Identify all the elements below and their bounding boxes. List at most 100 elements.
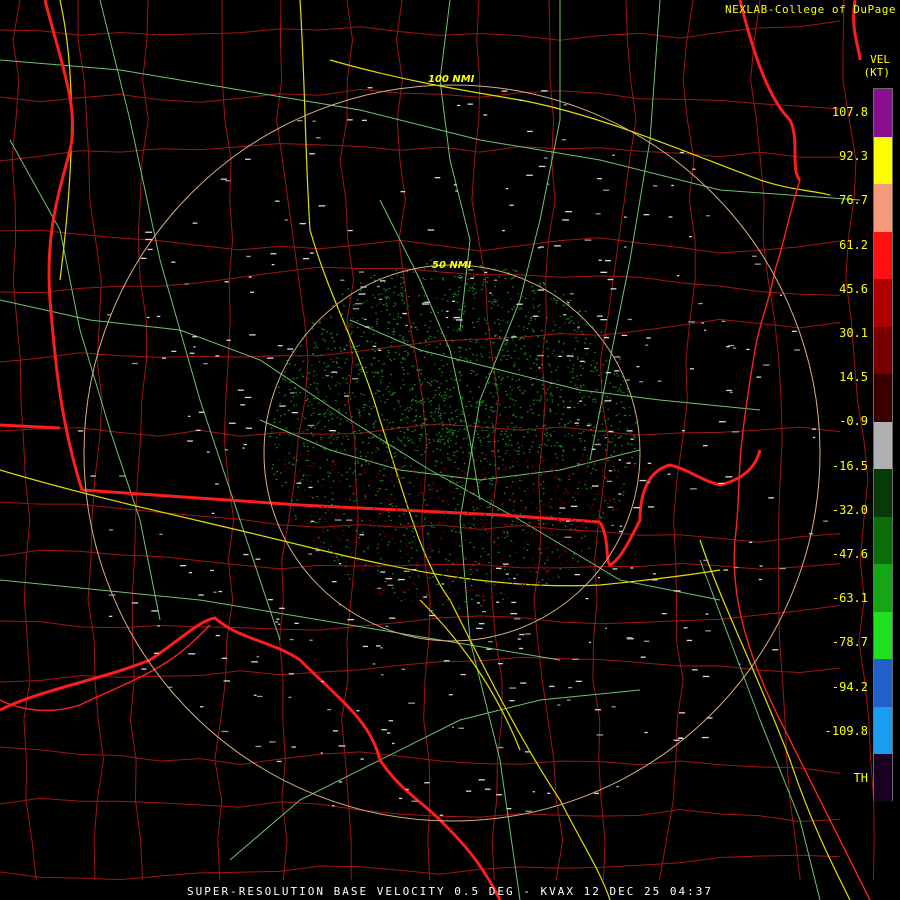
echo-gate	[327, 348, 329, 350]
echo-gate	[582, 521, 584, 523]
echo-gate	[576, 375, 578, 377]
echo-gate	[380, 502, 382, 505]
echo-gate	[412, 420, 415, 422]
echo-gate	[394, 529, 397, 531]
echo-gate	[440, 395, 443, 397]
echo-gate	[483, 281, 485, 283]
echo-gate	[344, 574, 346, 576]
echo-gate	[289, 363, 291, 365]
echo-gate	[390, 277, 392, 279]
echo-gate	[347, 439, 350, 441]
echo-gate	[414, 326, 416, 328]
echo-gate	[566, 300, 569, 302]
echo-gate	[506, 532, 509, 534]
clutter-gate	[411, 569, 417, 571]
echo-gate	[578, 532, 581, 534]
clutter-gate	[726, 389, 732, 392]
echo-gate	[416, 328, 419, 330]
echo-gate	[532, 483, 535, 485]
echo-gate	[561, 554, 563, 556]
echo-gate	[484, 458, 486, 460]
echo-gate	[329, 388, 332, 390]
clutter-gate	[746, 348, 750, 351]
echo-gate	[483, 437, 485, 439]
clutter-gate	[626, 637, 633, 639]
echo-gate	[324, 400, 327, 402]
echo-gate	[440, 435, 442, 438]
echo-gate	[452, 451, 455, 453]
echo-gate	[433, 440, 435, 442]
echo-gate	[632, 450, 634, 452]
echo-gate	[549, 506, 552, 508]
echo-gate	[532, 412, 534, 414]
echo-gate	[323, 329, 325, 331]
echo-gate	[275, 478, 278, 481]
clutter-gate	[511, 336, 517, 338]
echo-gate	[473, 460, 475, 462]
echo-gate	[387, 296, 389, 298]
echo-gate	[380, 400, 382, 402]
echo-gate	[513, 404, 516, 406]
echo-gate	[497, 383, 499, 386]
echo-gate	[313, 382, 316, 384]
echo-gate	[498, 323, 500, 325]
echo-gate	[434, 336, 436, 339]
echo-gate	[396, 475, 398, 477]
echo-gate	[578, 556, 580, 558]
echo-gate	[617, 428, 620, 430]
echo-gate	[293, 464, 295, 466]
echo-gate	[366, 371, 368, 374]
echo-gate	[395, 562, 397, 564]
echo-gate	[498, 276, 500, 278]
echo-gate	[443, 531, 445, 534]
echo-gate	[451, 339, 453, 342]
echo-gate	[323, 542, 325, 544]
echo-gate	[521, 416, 523, 418]
echo-gate	[596, 362, 598, 365]
echo-gate	[612, 465, 615, 468]
echo-gate	[473, 518, 475, 520]
echo-gate	[614, 386, 617, 388]
echo-gate	[498, 353, 501, 355]
clutter-gate	[399, 797, 403, 800]
clutter-gate	[246, 255, 251, 258]
echo-gate	[372, 375, 375, 377]
echo-gate	[403, 341, 405, 343]
clutter-gate	[119, 475, 126, 477]
echo-gate	[506, 358, 508, 361]
echo-gate	[559, 327, 561, 329]
echo-gate	[624, 466, 627, 468]
echo-gate	[416, 449, 419, 452]
echo-gate	[620, 384, 622, 386]
echo-gate	[490, 599, 493, 601]
echo-gate	[376, 318, 379, 320]
echo-gate	[585, 468, 587, 470]
echo-gate	[409, 439, 412, 441]
echo-gate	[519, 427, 521, 429]
echo-gate	[380, 302, 382, 304]
echo-gate	[368, 413, 370, 415]
echo-gate	[484, 387, 486, 389]
clutter-gate	[794, 349, 801, 351]
echo-gate	[281, 485, 284, 487]
echo-gate	[415, 593, 417, 595]
echo-gate	[377, 544, 379, 546]
echo-gate	[535, 567, 538, 569]
echo-gate	[284, 459, 286, 461]
echo-gate	[459, 399, 462, 401]
clutter-gate	[198, 594, 204, 596]
echo-gate	[526, 358, 528, 360]
echo-gate	[430, 404, 433, 406]
echo-gate	[351, 492, 354, 494]
echo-gate	[464, 357, 467, 360]
echo-gate	[541, 384, 544, 386]
echo-gate	[620, 401, 623, 403]
echo-gate	[471, 405, 473, 407]
echo-gate	[329, 472, 331, 474]
echo-gate	[388, 515, 390, 517]
echo-gate	[318, 361, 321, 363]
echo-gate	[511, 495, 513, 497]
legend-color-step	[874, 89, 892, 137]
echo-gate	[389, 444, 391, 446]
echo-gate	[402, 338, 404, 340]
